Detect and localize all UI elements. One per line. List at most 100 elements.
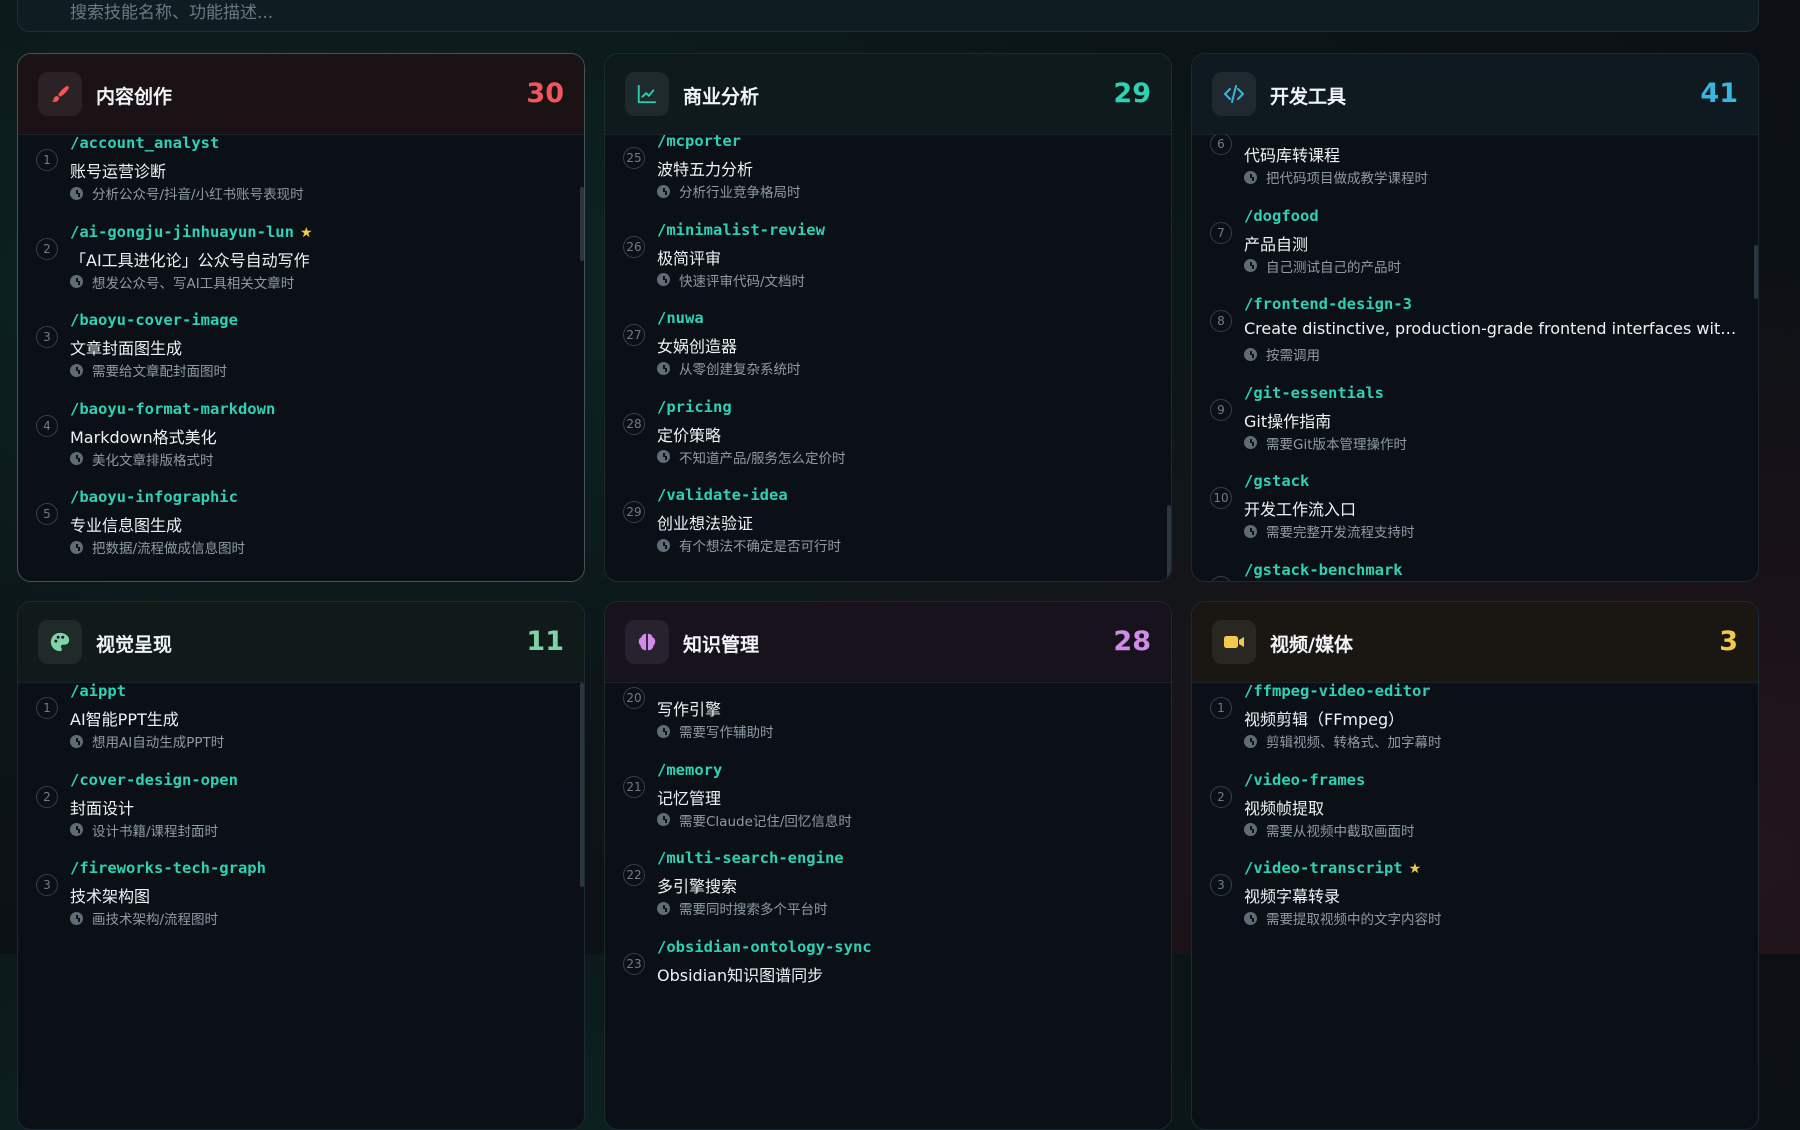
skill-command[interactable]: /codebase-to-course-cn [1244, 135, 1449, 136]
skill-command[interactable]: /dogfood [1244, 207, 1319, 225]
item-number: 6 [1210, 135, 1232, 155]
skill-list[interactable]: 25/mcporter 波特五力分析 分析行业竞争格局时 26/minimalist-… [605, 135, 1171, 581]
skill-item[interactable]: 1/ffmpeg-video-editor 视频剪辑（FFmpeg） 剪辑视频、转格… [1192, 683, 1758, 764]
skill-command[interactable]: /baoyu-infographic [70, 488, 238, 506]
category-title: 开发工具 [1270, 86, 1347, 108]
skill-item[interactable]: 2/cover-design-open 封面设计 设计书籍/课程封面时 [18, 764, 584, 853]
skill-trigger-text: 需要Claude记住/回忆信息时 [679, 813, 852, 830]
clock-icon [1244, 347, 1257, 361]
skill-item[interactable]: 26/minimalist-review 极简评审 快速评审代码/文档时 [605, 214, 1171, 303]
skill-item[interactable]: 28/pricing 定价策略 不知道产品/服务怎么定价时 [605, 391, 1171, 480]
category-header[interactable]: 视频/媒体 3 [1192, 602, 1758, 683]
skill-item[interactable]: 1/account_analyst 账号运营诊断 分析公众号/抖音/小红书账号表现时 [18, 135, 584, 216]
skill-command[interactable]: /aippt [70, 683, 126, 700]
skill-command[interactable]: /mcporter [657, 135, 741, 150]
skill-item[interactable]: 10/gstack 开发工作流入口 需要完整开发流程支持时 [1192, 465, 1758, 554]
skill-item[interactable]: 2/ai-gongju-jinhuayun-lun ★ 「AI工具进化论」公众号自动… [18, 216, 584, 305]
skill-name: Create distinctive, production-grade fro… [1244, 319, 1738, 339]
star-icon: ★ [1408, 861, 1422, 878]
skill-command-text: /minimalist-review [657, 220, 825, 239]
item-number: 27 [623, 324, 645, 347]
skill-command[interactable]: /gstack-benchmark [1244, 561, 1403, 579]
clock-icon [70, 452, 83, 466]
scrollbar-thumb[interactable] [580, 187, 584, 261]
skill-item[interactable]: 22/multi-search-engine 多引擎搜索 需要同时搜索多个平台时 [605, 842, 1171, 931]
skill-command[interactable]: /baoyu-cover-image [70, 311, 238, 329]
skill-item[interactable]: 9/git-essentials Git操作指南 需要Git版本管理操作时 [1192, 377, 1758, 466]
skill-trigger: 需要写作辅助时 [657, 721, 774, 741]
skill-item[interactable]: 2/video-frames 视频帧提取 需要从视频中截取画面时 [1192, 764, 1758, 853]
skill-trigger-text: 需要提取视频中的文字内容时 [1266, 912, 1442, 929]
skill-name: 技术架构图 [70, 887, 151, 907]
skill-item[interactable]: 3/fireworks-tech-graph 技术架构图 画技术架构/流程图时 [18, 852, 584, 941]
skill-trigger: 有个想法不确定是否可行时 [657, 535, 841, 555]
skill-command[interactable]: /multi-search-engine [657, 849, 844, 867]
skill-command[interactable]: /cover-design-open [70, 771, 238, 789]
skill-item[interactable]: 6/codebase-to-course-cn 代码库转课程把代码项目做成教学课程… [1192, 135, 1758, 200]
skill-item[interactable]: 20 写作引擎 需要写作辅助时 [605, 683, 1171, 754]
category-card[interactable]: 视频/媒体 3 1/ffmpeg-video-editor 视频剪辑（FFmpeg） 剪… [1191, 601, 1759, 1130]
scrollbar-thumb[interactable] [1167, 505, 1171, 579]
skill-command[interactable]: /nuwa [657, 309, 704, 327]
skill-command[interactable]: /pricing [657, 398, 732, 416]
skill-command[interactable]: /video-transcript ★ [1244, 859, 1421, 877]
skill-item[interactable]: 3/video-transcript ★ 视频字幕转录 需要提取视频中的文字内容时 [1192, 852, 1758, 941]
search-bar[interactable] [17, 0, 1759, 32]
category-card[interactable]: 知识管理 28 20 写作引擎 需要写作辅助时 21/memory 记忆管理 需要Claude… [604, 601, 1172, 1130]
category-card[interactable]: 内容创作 30 1/account_analyst 账号运营诊断 分析公众号/抖音/小红… [17, 53, 585, 582]
skill-item[interactable]: 11/gstack-benchmark [1192, 554, 1758, 581]
skill-command-text: /video-transcript [1244, 859, 1403, 878]
skill-command[interactable]: /account_analyst [70, 135, 219, 152]
skill-command[interactable]: /ffmpeg-video-editor [1244, 683, 1431, 700]
brain-icon [625, 620, 669, 664]
category-header[interactable]: 商业分析 29 [605, 54, 1171, 135]
scrollbar-thumb[interactable] [1754, 245, 1758, 299]
category-count: 41 [1700, 78, 1738, 109]
skill-name: 产品自测 [1244, 234, 1309, 254]
clock-icon [657, 813, 670, 827]
skill-name: 定价策略 [657, 425, 722, 445]
skill-item[interactable]: 8/frontend-design-3 Create distinctive, p… [1192, 288, 1758, 377]
skill-name: AI智能PPT生成 [70, 710, 179, 729]
category-header[interactable]: 知识管理 28 [605, 602, 1171, 683]
skill-command[interactable]: /memory [657, 761, 722, 779]
skill-item[interactable]: 21/memory 记忆管理 需要Claude记住/回忆信息时 [605, 754, 1171, 843]
category-header[interactable]: 开发工具 41 [1192, 54, 1758, 135]
scrollbar-thumb[interactable] [580, 683, 584, 887]
category-header[interactable]: 内容创作 30 [18, 54, 584, 135]
skill-command-text: /ffmpeg-video-editor [1244, 683, 1431, 700]
skill-list[interactable]: 20 写作引擎 需要写作辅助时 21/memory 记忆管理 需要Claude记住/回忆信… [605, 683, 1171, 1129]
skill-list[interactable]: 1/ffmpeg-video-editor 视频剪辑（FFmpeg） 剪辑视频、转格… [1192, 683, 1758, 1129]
skill-item[interactable]: 1/aippt AI智能PPT生成 想用AI自动生成PPT时 [18, 683, 584, 764]
category-card[interactable]: 视觉呈现 11 1/aippt AI智能PPT生成 想用AI自动生成PPT时 2/cove… [17, 601, 585, 1130]
skill-list[interactable]: 1/aippt AI智能PPT生成 想用AI自动生成PPT时 2/cover-desi… [18, 683, 584, 1129]
skill-trigger: 剪辑视频、转格式、加字幕时 [1244, 731, 1442, 751]
skill-command[interactable]: /baoyu-format-markdown [70, 400, 275, 418]
skill-item[interactable]: 29/validate-idea 创业想法验证 有个想法不确定是否可行时 [605, 479, 1171, 568]
skill-command[interactable]: /minimalist-review [657, 221, 825, 239]
skill-item[interactable]: 3/baoyu-cover-image 文章封面图生成 需要给文章配封面图时 [18, 304, 584, 393]
skill-command[interactable]: /fireworks-tech-graph [70, 859, 266, 877]
skill-item[interactable]: 25/mcporter 波特五力分析 分析行业竞争格局时 [605, 135, 1171, 214]
category-card[interactable]: 商业分析 29 25/mcporter 波特五力分析 分析行业竞争格局时 26/minim… [604, 53, 1172, 582]
category-card[interactable]: 开发工具 41 6/codebase-to-course-cn 代码库转课程把代码项目… [1191, 53, 1759, 582]
clock-icon [657, 901, 670, 915]
skill-item[interactable]: 7/dogfood 产品自测 自己测试自己的产品时 [1192, 200, 1758, 289]
skill-command[interactable]: /gstack [1244, 472, 1309, 490]
skill-item[interactable]: 27/nuwa 女娲创造器 从零创建复杂系统时 [605, 302, 1171, 391]
skill-command[interactable]: /ai-gongju-jinhuayun-lun ★ [70, 223, 313, 241]
skill-item[interactable]: 4/baoyu-format-markdown Markdown格式美化 美化文章排… [18, 393, 584, 482]
skill-list[interactable]: 1/account_analyst 账号运营诊断 分析公众号/抖音/小红书账号表现时… [18, 135, 584, 581]
skill-name: 多引擎搜索 [657, 877, 738, 897]
category-header[interactable]: 视觉呈现 11 [18, 602, 584, 683]
skill-command[interactable]: /video-frames [1244, 771, 1365, 789]
skill-command[interactable]: /validate-idea [657, 486, 788, 504]
search-input[interactable] [68, 0, 1572, 29]
skill-item[interactable]: 23/obsidian-ontology-sync Obsidian知识图谱同步 [605, 931, 1171, 1020]
skill-list[interactable]: 6/codebase-to-course-cn 代码库转课程把代码项目做成教学课程… [1192, 135, 1758, 581]
skill-name: 写作引擎 [657, 700, 722, 719]
skill-command[interactable]: /frontend-design-3 [1244, 295, 1412, 313]
skill-command[interactable]: /obsidian-ontology-sync [657, 938, 872, 956]
skill-item[interactable]: 5/baoyu-infographic 专业信息图生成 把数据/流程做成信息图时 [18, 481, 584, 570]
skill-command[interactable]: /git-essentials [1244, 384, 1384, 402]
